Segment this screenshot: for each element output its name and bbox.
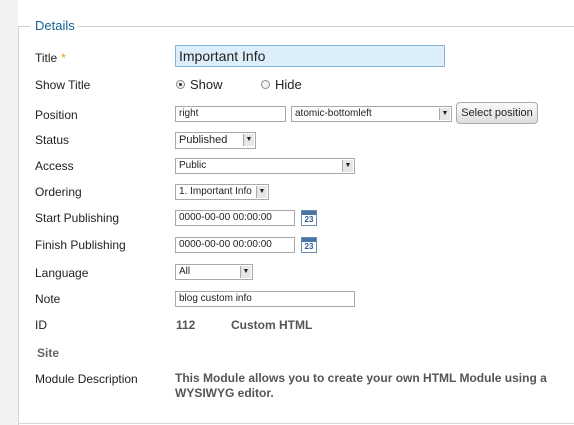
fieldset-border	[18, 27, 19, 425]
note-input[interactable]: blog custom info	[175, 291, 355, 307]
id-value: 112	[176, 318, 196, 332]
chevron-down-icon: ▼	[240, 266, 251, 278]
calendar-icon[interactable]: 23	[301, 237, 317, 253]
ordering-select[interactable]: 1. Important Info ▼	[175, 184, 269, 200]
chevron-down-icon: ▼	[342, 160, 353, 172]
hide-radio-label: Hide	[275, 77, 302, 92]
module-description-label: Module Description	[35, 372, 138, 386]
id-label: ID	[35, 318, 47, 332]
site-label: Site	[37, 346, 60, 360]
module-description-value: This Module allows you to create your ow…	[175, 371, 547, 400]
chevron-down-icon: ▼	[243, 134, 254, 146]
position-input[interactable]: right	[175, 106, 286, 122]
title-label-text: Title	[35, 51, 58, 65]
finish-publishing-input[interactable]: 0000-00-00 00:00:00	[175, 237, 295, 253]
required-star: *	[61, 51, 66, 65]
module-type-value: Custom HTML	[231, 318, 313, 332]
access-select-value: Public	[179, 160, 207, 171]
calendar-icon-day: 23	[304, 215, 314, 224]
language-label: Language	[35, 266, 89, 280]
language-select[interactable]: All ▼	[175, 264, 253, 280]
left-gutter	[0, 0, 18, 425]
select-position-button[interactable]: Select position	[456, 102, 538, 124]
title-label: Title *	[35, 51, 66, 65]
fieldset-border-top	[18, 26, 30, 27]
start-publishing-label: Start Publishing	[35, 211, 120, 225]
show-radio[interactable]	[176, 80, 185, 89]
note-label: Note	[35, 292, 61, 306]
chevron-down-icon: ▼	[256, 186, 267, 198]
language-select-value: All	[179, 266, 191, 277]
fieldset-border-top	[78, 26, 574, 27]
status-select-value: Published	[179, 134, 228, 146]
fieldset-border-bottom	[18, 423, 574, 424]
status-select[interactable]: Published ▼	[175, 132, 256, 149]
access-label: Access	[35, 159, 74, 173]
show-title-label: Show Title	[35, 78, 91, 92]
start-publishing-input[interactable]: 0000-00-00 00:00:00	[175, 210, 295, 226]
fieldset-legend: Details	[35, 18, 75, 33]
chevron-down-icon: ▼	[439, 108, 450, 120]
hide-radio[interactable]	[261, 80, 270, 89]
position-select[interactable]: atomic-bottomleft ▼	[291, 106, 452, 122]
calendar-icon-day: 23	[304, 242, 314, 251]
position-select-value: atomic-bottomleft	[295, 108, 372, 119]
position-label: Position	[35, 108, 78, 122]
calendar-icon[interactable]: 23	[301, 210, 317, 226]
status-label: Status	[35, 133, 70, 147]
ordering-select-value: 1. Important Info	[179, 186, 252, 197]
title-input[interactable]: Important Info	[175, 45, 445, 67]
access-select[interactable]: Public ▼	[175, 158, 355, 174]
ordering-label: Ordering	[35, 185, 82, 199]
show-radio-label: Show	[190, 77, 223, 92]
finish-publishing-label: Finish Publishing	[35, 238, 126, 252]
